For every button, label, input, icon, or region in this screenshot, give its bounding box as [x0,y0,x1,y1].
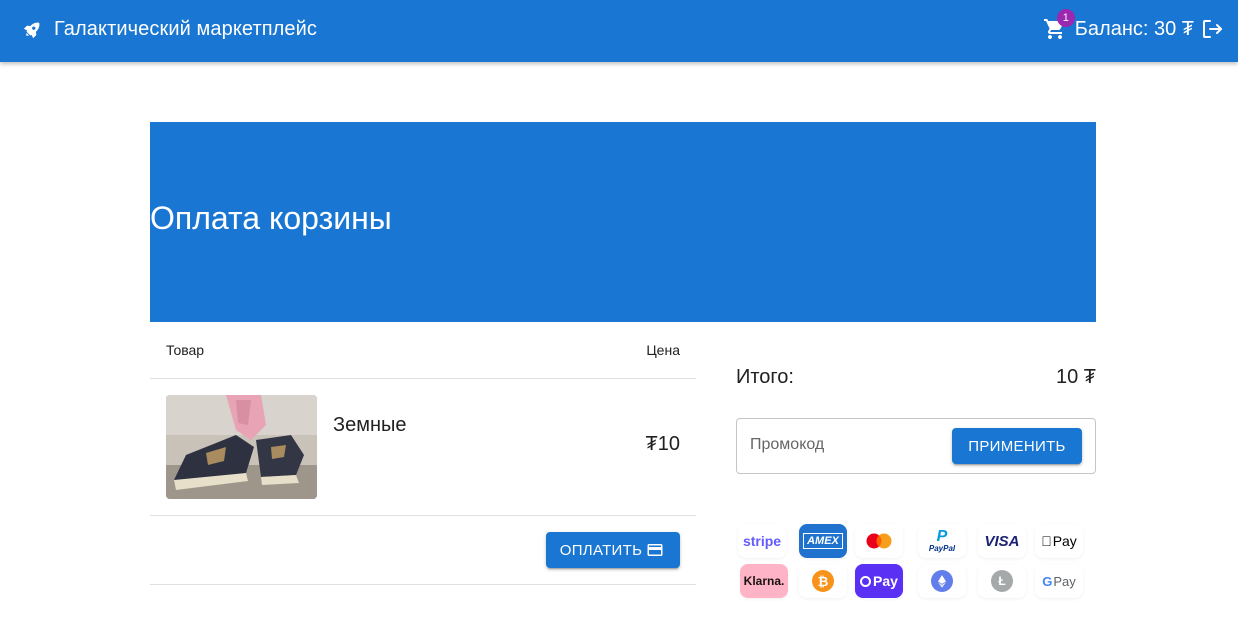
bitcoin-logo: ₿ [799,564,847,598]
balance-label: Баланс: 30 ₮ [1074,17,1194,40]
table-row: Земные ₮10 [150,379,696,516]
credit-card-icon [647,544,663,556]
stripe-logo: stripe [738,524,786,558]
paypal-logo: P PayPal [918,524,966,558]
klarna-logo: Klarna. [740,564,788,598]
table-header: Товар Цена [150,322,696,379]
amex-logo: AMEX [799,524,847,558]
product-image [166,395,317,499]
apple-icon:  [1041,533,1052,549]
google-g-icon: G [1042,573,1053,589]
visa-logo: VISA [978,524,1026,558]
rocket-icon [22,18,44,40]
brand-title: Галактический маркетплейс [54,17,318,40]
page-title: Оплата корзины [150,200,392,236]
pay-row: ОПЛАТИТЬ [150,516,696,585]
brand[interactable]: Галактический маркетплейс [22,17,317,41]
google-pay-logo: G Pay [1035,564,1083,598]
column-header-item: Товар [166,342,205,358]
total-label: Итого: [736,366,794,388]
mastercard-logo [855,524,903,558]
pay-button[interactable]: ОПЛАТИТЬ [546,532,680,568]
product-price: ₮10 [645,433,680,455]
promo-code-input[interactable] [750,433,940,457]
app-bar: Галактический маркетплейс 1 Баланс: 30 ₮ [0,0,1238,62]
cart-count-badge: 1 [1056,9,1075,27]
logout-icon[interactable] [1200,17,1224,41]
cart-table: Товар Цена Земные ₮10 ОПЛАТИТЬ [150,322,696,585]
apply-promo-button[interactable]: ПРИМЕНИТЬ [952,428,1082,464]
opay-logo: Pay [855,564,903,598]
cart-button[interactable]: 1 [1043,9,1075,41]
total-value: 10 ₮ [1055,366,1096,388]
ethereum-logo [918,564,966,598]
promo-field: ПРИМЕНИТЬ [736,418,1096,474]
product-name: Земные [333,414,407,436]
pay-button-label: ОПЛАТИТЬ [559,541,643,559]
apple-pay-logo: Pay [1035,524,1083,558]
litecoin-logo: Ł [978,564,1026,598]
hero-banner: Оплата корзины [150,122,1096,322]
column-header-price: Цена [646,342,680,358]
